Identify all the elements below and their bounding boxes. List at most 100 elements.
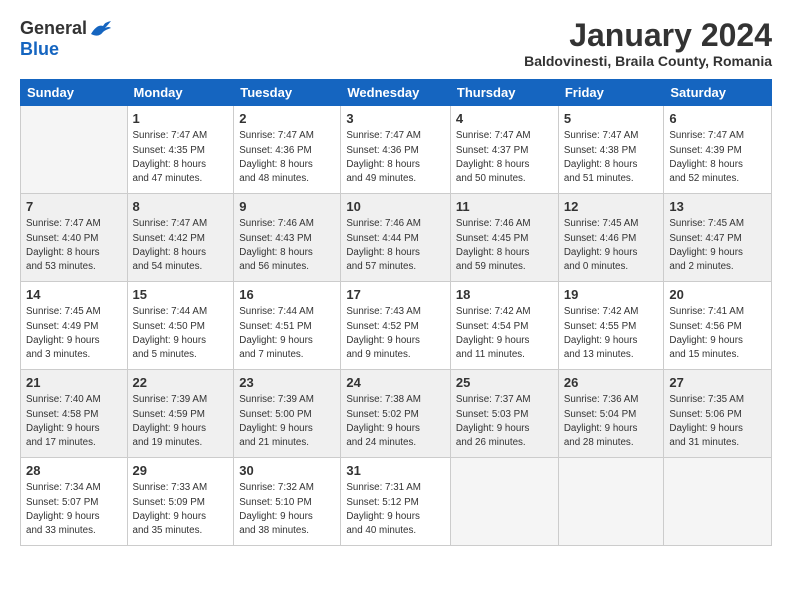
- header-tuesday: Tuesday: [234, 80, 341, 106]
- table-row: 10Sunrise: 7:46 AMSunset: 4:44 PMDayligh…: [341, 194, 451, 282]
- day-info: Sunrise: 7:37 AMSunset: 5:03 PMDaylight:…: [456, 393, 553, 450]
- table-row: 13Sunrise: 7:45 AMSunset: 4:47 PMDayligh…: [664, 194, 772, 282]
- day-number: 5: [564, 110, 659, 128]
- day-number: 21: [26, 374, 122, 392]
- day-info: Sunrise: 7:42 AMSunset: 4:54 PMDaylight:…: [456, 305, 553, 362]
- day-info: Sunrise: 7:47 AMSunset: 4:38 PMDaylight:…: [564, 129, 659, 186]
- table-row: 1Sunrise: 7:47 AMSunset: 4:35 PMDaylight…: [127, 106, 234, 194]
- page: General Blue January 2024 Baldovinesti, …: [0, 0, 792, 612]
- day-number: 6: [669, 110, 766, 128]
- header-monday: Monday: [127, 80, 234, 106]
- table-row: 31Sunrise: 7:31 AMSunset: 5:12 PMDayligh…: [341, 458, 451, 546]
- day-number: 31: [346, 462, 445, 480]
- table-row: 18Sunrise: 7:42 AMSunset: 4:54 PMDayligh…: [450, 282, 558, 370]
- day-info: Sunrise: 7:36 AMSunset: 5:04 PMDaylight:…: [564, 393, 659, 450]
- logo-general: General: [20, 18, 87, 39]
- day-number: 10: [346, 198, 445, 216]
- table-row: [558, 458, 664, 546]
- day-info: Sunrise: 7:40 AMSunset: 4:58 PMDaylight:…: [26, 393, 122, 450]
- header: General Blue January 2024 Baldovinesti, …: [20, 18, 772, 69]
- day-info: Sunrise: 7:34 AMSunset: 5:07 PMDaylight:…: [26, 481, 122, 538]
- day-number: 12: [564, 198, 659, 216]
- day-number: 17: [346, 286, 445, 304]
- day-number: 23: [239, 374, 335, 392]
- day-info: Sunrise: 7:46 AMSunset: 4:45 PMDaylight:…: [456, 217, 553, 274]
- calendar-week-row: 28Sunrise: 7:34 AMSunset: 5:07 PMDayligh…: [21, 458, 772, 546]
- day-number: 9: [239, 198, 335, 216]
- table-row: 16Sunrise: 7:44 AMSunset: 4:51 PMDayligh…: [234, 282, 341, 370]
- header-thursday: Thursday: [450, 80, 558, 106]
- table-row: 26Sunrise: 7:36 AMSunset: 5:04 PMDayligh…: [558, 370, 664, 458]
- table-row: 21Sunrise: 7:40 AMSunset: 4:58 PMDayligh…: [21, 370, 128, 458]
- table-row: 19Sunrise: 7:42 AMSunset: 4:55 PMDayligh…: [558, 282, 664, 370]
- table-row: 7Sunrise: 7:47 AMSunset: 4:40 PMDaylight…: [21, 194, 128, 282]
- day-info: Sunrise: 7:45 AMSunset: 4:47 PMDaylight:…: [669, 217, 766, 274]
- day-info: Sunrise: 7:39 AMSunset: 5:00 PMDaylight:…: [239, 393, 335, 450]
- table-row: 9Sunrise: 7:46 AMSunset: 4:43 PMDaylight…: [234, 194, 341, 282]
- table-row: 24Sunrise: 7:38 AMSunset: 5:02 PMDayligh…: [341, 370, 451, 458]
- day-info: Sunrise: 7:47 AMSunset: 4:37 PMDaylight:…: [456, 129, 553, 186]
- day-number: 7: [26, 198, 122, 216]
- table-row: 29Sunrise: 7:33 AMSunset: 5:09 PMDayligh…: [127, 458, 234, 546]
- day-number: 28: [26, 462, 122, 480]
- table-row: 14Sunrise: 7:45 AMSunset: 4:49 PMDayligh…: [21, 282, 128, 370]
- header-sunday: Sunday: [21, 80, 128, 106]
- table-row: 8Sunrise: 7:47 AMSunset: 4:42 PMDaylight…: [127, 194, 234, 282]
- day-number: 20: [669, 286, 766, 304]
- day-info: Sunrise: 7:45 AMSunset: 4:49 PMDaylight:…: [26, 305, 122, 362]
- day-info: Sunrise: 7:45 AMSunset: 4:46 PMDaylight:…: [564, 217, 659, 274]
- day-number: 22: [133, 374, 229, 392]
- day-number: 2: [239, 110, 335, 128]
- day-info: Sunrise: 7:42 AMSunset: 4:55 PMDaylight:…: [564, 305, 659, 362]
- day-info: Sunrise: 7:47 AMSunset: 4:42 PMDaylight:…: [133, 217, 229, 274]
- day-info: Sunrise: 7:41 AMSunset: 4:56 PMDaylight:…: [669, 305, 766, 362]
- table-row: 27Sunrise: 7:35 AMSunset: 5:06 PMDayligh…: [664, 370, 772, 458]
- logo-blue: Blue: [20, 39, 59, 60]
- calendar: Sunday Monday Tuesday Wednesday Thursday…: [20, 79, 772, 546]
- day-info: Sunrise: 7:33 AMSunset: 5:09 PMDaylight:…: [133, 481, 229, 538]
- table-row: 22Sunrise: 7:39 AMSunset: 4:59 PMDayligh…: [127, 370, 234, 458]
- logo-bird-icon: [89, 20, 111, 38]
- day-number: 25: [456, 374, 553, 392]
- day-number: 16: [239, 286, 335, 304]
- table-row: 23Sunrise: 7:39 AMSunset: 5:00 PMDayligh…: [234, 370, 341, 458]
- calendar-week-row: 14Sunrise: 7:45 AMSunset: 4:49 PMDayligh…: [21, 282, 772, 370]
- day-info: Sunrise: 7:38 AMSunset: 5:02 PMDaylight:…: [346, 393, 445, 450]
- day-info: Sunrise: 7:32 AMSunset: 5:10 PMDaylight:…: [239, 481, 335, 538]
- table-row: 3Sunrise: 7:47 AMSunset: 4:36 PMDaylight…: [341, 106, 451, 194]
- weekday-header-row: Sunday Monday Tuesday Wednesday Thursday…: [21, 80, 772, 106]
- day-info: Sunrise: 7:44 AMSunset: 4:51 PMDaylight:…: [239, 305, 335, 362]
- day-info: Sunrise: 7:47 AMSunset: 4:40 PMDaylight:…: [26, 217, 122, 274]
- day-number: 26: [564, 374, 659, 392]
- table-row: [21, 106, 128, 194]
- day-info: Sunrise: 7:35 AMSunset: 5:06 PMDaylight:…: [669, 393, 766, 450]
- day-number: 29: [133, 462, 229, 480]
- day-number: 8: [133, 198, 229, 216]
- day-number: 27: [669, 374, 766, 392]
- day-number: 4: [456, 110, 553, 128]
- table-row: 17Sunrise: 7:43 AMSunset: 4:52 PMDayligh…: [341, 282, 451, 370]
- table-row: 15Sunrise: 7:44 AMSunset: 4:50 PMDayligh…: [127, 282, 234, 370]
- day-info: Sunrise: 7:47 AMSunset: 4:35 PMDaylight:…: [133, 129, 229, 186]
- day-number: 30: [239, 462, 335, 480]
- day-info: Sunrise: 7:46 AMSunset: 4:43 PMDaylight:…: [239, 217, 335, 274]
- day-number: 14: [26, 286, 122, 304]
- header-friday: Friday: [558, 80, 664, 106]
- header-wednesday: Wednesday: [341, 80, 451, 106]
- day-info: Sunrise: 7:47 AMSunset: 4:39 PMDaylight:…: [669, 129, 766, 186]
- table-row: 20Sunrise: 7:41 AMSunset: 4:56 PMDayligh…: [664, 282, 772, 370]
- day-number: 13: [669, 198, 766, 216]
- table-row: 12Sunrise: 7:45 AMSunset: 4:46 PMDayligh…: [558, 194, 664, 282]
- day-info: Sunrise: 7:47 AMSunset: 4:36 PMDaylight:…: [239, 129, 335, 186]
- day-info: Sunrise: 7:47 AMSunset: 4:36 PMDaylight:…: [346, 129, 445, 186]
- table-row: [664, 458, 772, 546]
- month-title: January 2024: [524, 18, 772, 53]
- table-row: 30Sunrise: 7:32 AMSunset: 5:10 PMDayligh…: [234, 458, 341, 546]
- table-row: 25Sunrise: 7:37 AMSunset: 5:03 PMDayligh…: [450, 370, 558, 458]
- title-block: January 2024 Baldovinesti, Braila County…: [524, 18, 772, 69]
- calendar-week-row: 1Sunrise: 7:47 AMSunset: 4:35 PMDaylight…: [21, 106, 772, 194]
- day-info: Sunrise: 7:39 AMSunset: 4:59 PMDaylight:…: [133, 393, 229, 450]
- table-row: 6Sunrise: 7:47 AMSunset: 4:39 PMDaylight…: [664, 106, 772, 194]
- calendar-week-row: 7Sunrise: 7:47 AMSunset: 4:40 PMDaylight…: [21, 194, 772, 282]
- table-row: 5Sunrise: 7:47 AMSunset: 4:38 PMDaylight…: [558, 106, 664, 194]
